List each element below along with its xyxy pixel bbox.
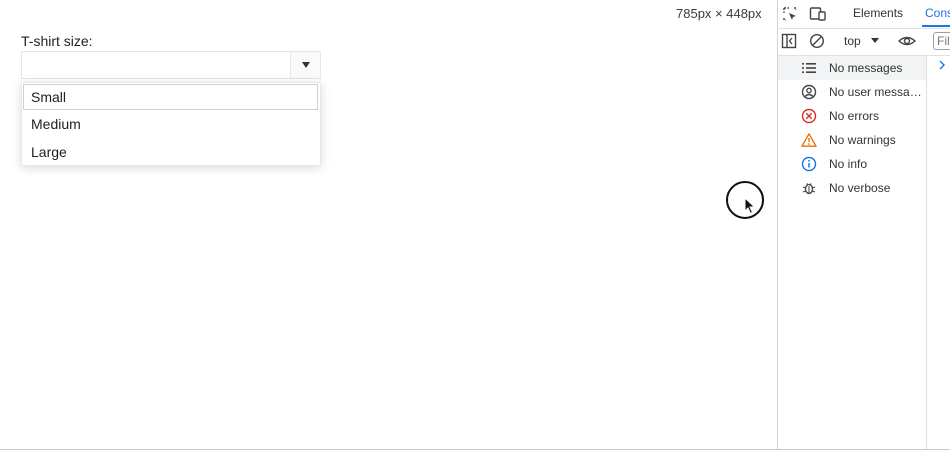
sidebar-item-label: No verbose	[829, 181, 891, 195]
chevron-right-icon[interactable]	[937, 59, 947, 71]
sidebar-item-label: No user messa…	[829, 85, 922, 99]
sidebar-item-errors[interactable]: No errors	[778, 104, 926, 128]
page-viewport: 785px × 448px T-shirt size: Small Medium…	[0, 0, 777, 449]
sidebar-toggle-icon[interactable]	[781, 33, 797, 49]
tab-console[interactable]: Cons	[925, 6, 950, 20]
dropdown-toggle-button[interactable]	[290, 52, 320, 78]
viewport-dimensions: 785px × 448px	[676, 6, 762, 21]
console-filter-input[interactable]: Filt	[933, 32, 950, 50]
error-icon	[801, 108, 817, 124]
caret-down-icon	[301, 62, 310, 68]
sidebar-item-warnings[interactable]: No warnings	[778, 128, 926, 152]
tshirt-size-select[interactable]	[21, 51, 321, 79]
sidebar-item-label: No messages	[829, 61, 903, 75]
device-toolbar-icon[interactable]	[809, 6, 827, 22]
devtools-panel: Elements Cons top Filt No messages	[777, 0, 950, 449]
sidebar-item-label: No info	[829, 157, 868, 171]
option-medium[interactable]: Medium	[22, 110, 320, 138]
size-options-list: Small Medium Large	[21, 82, 321, 166]
tab-elements[interactable]: Elements	[853, 6, 903, 20]
tshirt-size-label: T-shirt size:	[21, 33, 93, 49]
option-small[interactable]: Small	[23, 84, 318, 110]
eye-icon[interactable]	[898, 33, 916, 49]
sidebar-item-label: No warnings	[829, 133, 896, 147]
info-icon	[801, 156, 817, 172]
active-tab-indicator	[922, 25, 950, 27]
sidebar-item-messages[interactable]: No messages	[778, 56, 926, 80]
context-selector[interactable]: top	[844, 34, 861, 48]
mouse-pointer-icon	[744, 197, 756, 215]
sidebar-item-user-messages[interactable]: No user messa…	[778, 80, 926, 104]
caret-down-icon	[871, 38, 879, 43]
inspect-element-icon[interactable]	[782, 6, 798, 22]
user-icon	[801, 84, 817, 100]
sidebar-item-label: No errors	[829, 109, 880, 123]
devtools-tabbar: Elements Cons	[778, 0, 950, 29]
clear-console-icon[interactable]	[809, 33, 825, 49]
console-toolbar	[778, 29, 950, 56]
sidebar-item-info[interactable]: No info	[778, 152, 926, 176]
list-icon	[802, 63, 816, 73]
bug-icon	[802, 183, 816, 195]
console-sidebar: No messages No user messa… No errors No …	[778, 56, 927, 449]
option-large[interactable]: Large	[22, 138, 320, 166]
sidebar-item-verbose[interactable]: No verbose	[778, 176, 926, 200]
warning-icon	[801, 133, 817, 147]
